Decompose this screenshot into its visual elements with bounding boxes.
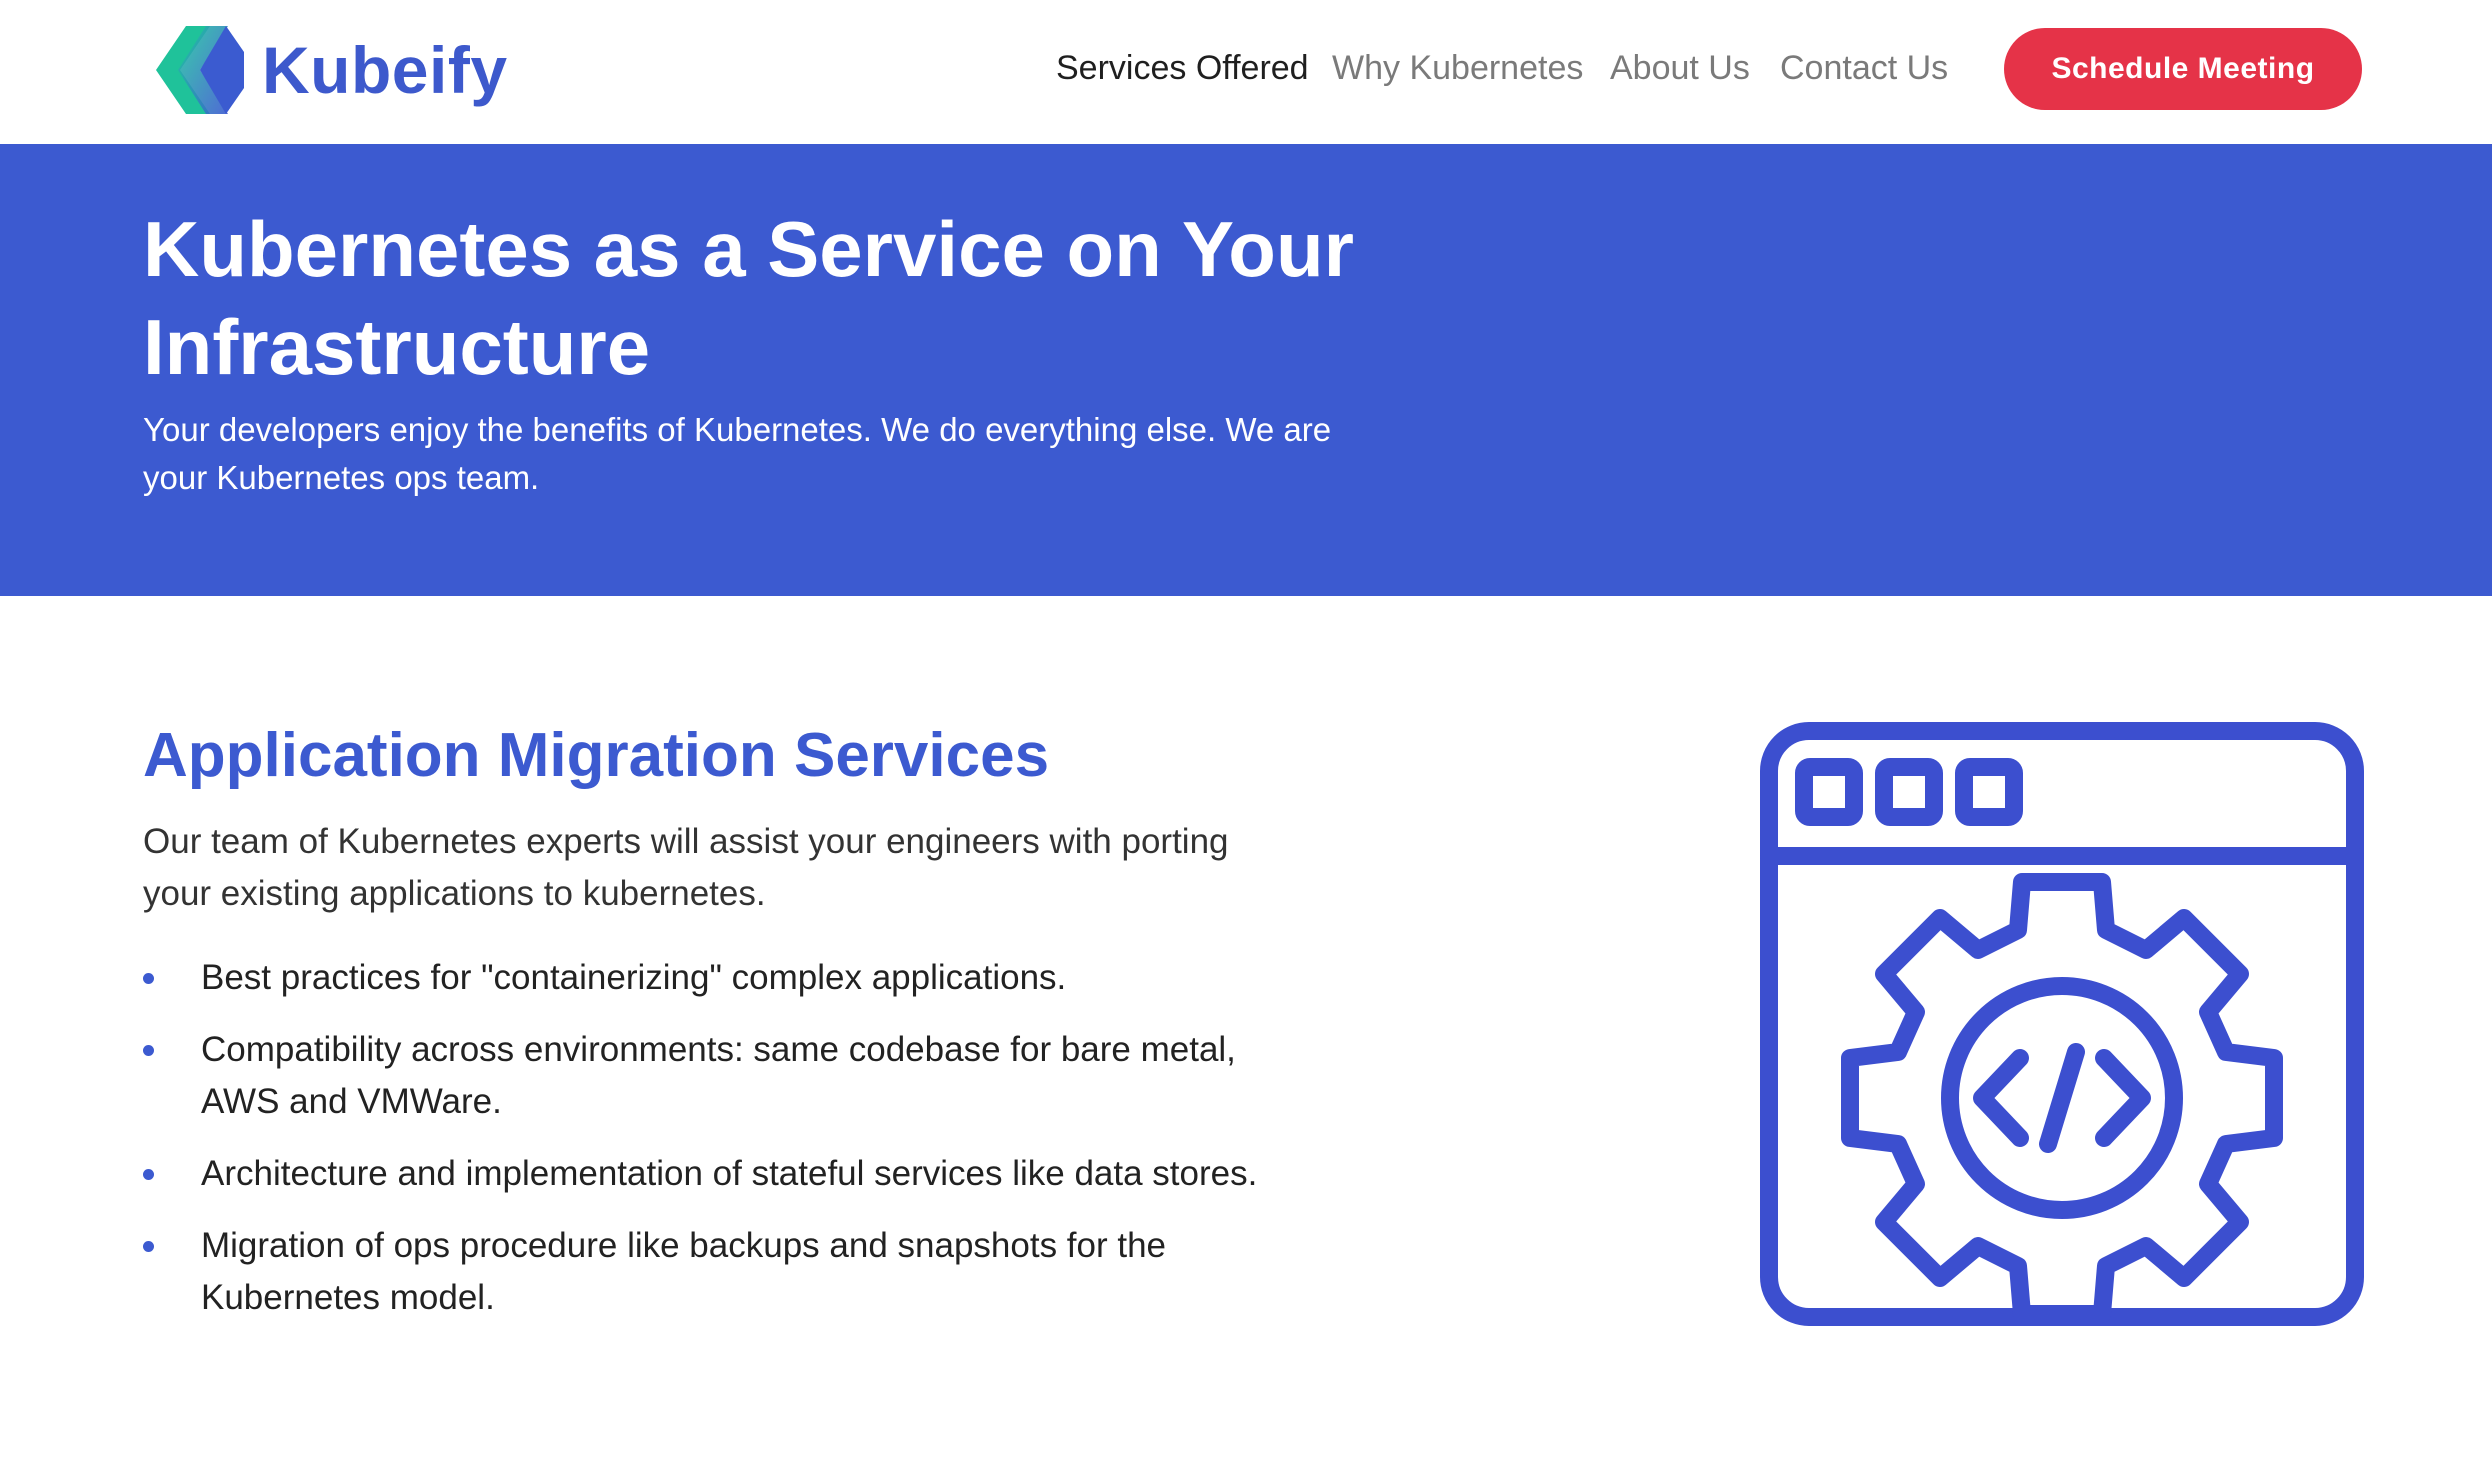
list-item: Architecture and implementation of state… <box>143 1148 1263 1200</box>
site-header: Kubeify Services Offered Why Kubernetes … <box>0 0 2492 144</box>
hero-banner: Kubernetes as a Service on Your Infrastr… <box>0 144 2492 596</box>
bullet-dot-icon <box>143 1241 154 1252</box>
browser-gear-code-icon <box>1760 722 2364 1326</box>
section-title: Application Migration Services <box>143 721 1050 790</box>
list-item-text: Compatibility across environments: same … <box>201 1030 1236 1121</box>
list-item: Best practices for "containerizing" comp… <box>143 952 1263 1004</box>
nav-why-kubernetes[interactable]: Why Kubernetes <box>1332 36 1583 100</box>
nav-services-offered[interactable]: Services Offered <box>1056 36 1309 100</box>
feature-list: Best practices for "containerizing" comp… <box>143 952 1263 1344</box>
hero-title: Kubernetes as a Service on Your Infrastr… <box>143 205 1354 391</box>
hero-subtitle: Your developers enjoy the benefits of Ku… <box>143 411 1332 496</box>
section-description: Our team of Kubernetes experts will assi… <box>143 822 1229 913</box>
list-item-text: Best practices for "containerizing" comp… <box>201 958 1067 997</box>
bullet-dot-icon <box>143 973 154 984</box>
bullet-dot-icon <box>143 1169 154 1180</box>
nav-contact-us[interactable]: Contact Us <box>1780 36 1948 100</box>
kubeify-logo-icon <box>156 26 244 114</box>
list-item-text: Architecture and implementation of state… <box>201 1154 1258 1193</box>
bullet-dot-icon <box>143 1045 154 1056</box>
brand-name: Kubeify <box>262 33 508 107</box>
brand-logo[interactable]: Kubeify <box>148 22 508 118</box>
list-item: Compatibility across environments: same … <box>143 1024 1263 1128</box>
nav-about-us[interactable]: About Us <box>1610 36 1750 100</box>
list-item-text: Migration of ops procedure like backups … <box>201 1226 1167 1317</box>
list-item: Migration of ops procedure like backups … <box>143 1220 1263 1324</box>
schedule-meeting-button[interactable]: Schedule Meeting <box>2004 28 2362 110</box>
